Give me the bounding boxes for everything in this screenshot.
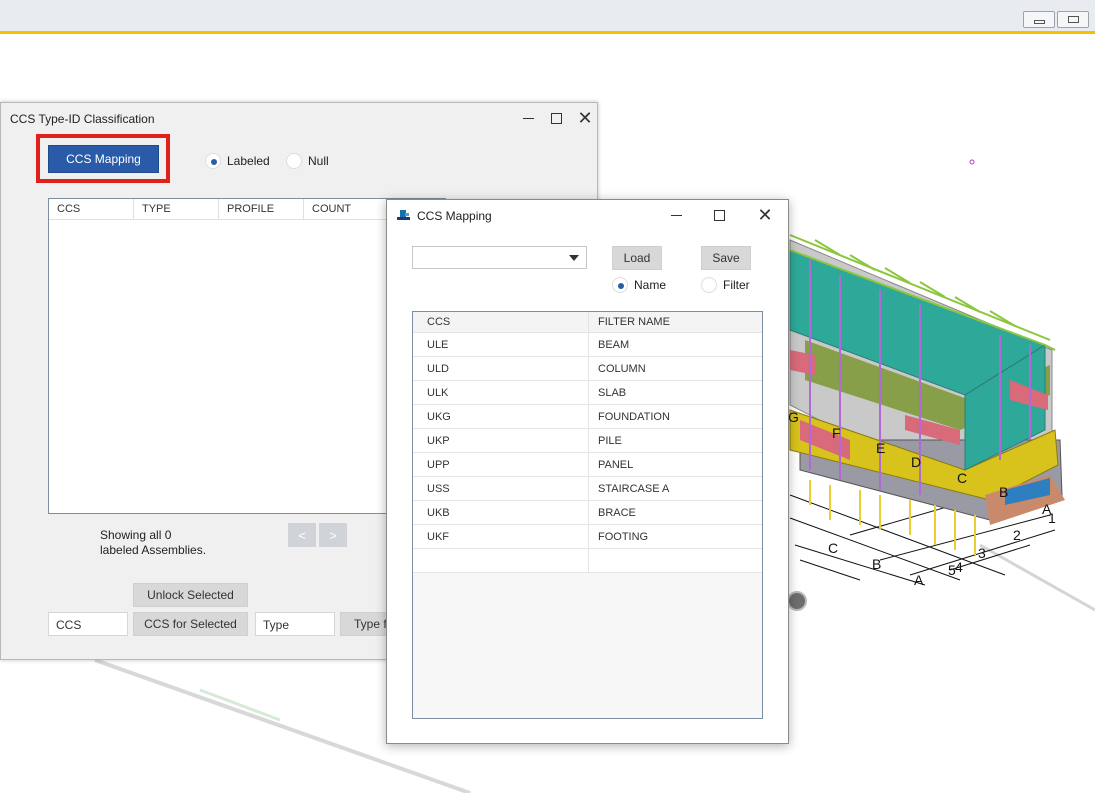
radio-null[interactable]: Null xyxy=(286,153,329,169)
unlock-selected-button[interactable]: Unlock Selected xyxy=(133,583,248,607)
radio-filter-label: Filter xyxy=(723,278,750,292)
column-header-profile[interactable]: PROFILE xyxy=(219,199,304,219)
column-header-filter-name[interactable]: FILTER NAME xyxy=(589,312,762,332)
status-text: Showing all 0 labeled Assemblies. xyxy=(100,528,206,558)
load-button[interactable]: Load xyxy=(612,246,662,270)
ccs-cell[interactable]: UPP xyxy=(413,453,589,476)
new-row[interactable] xyxy=(413,549,762,573)
table-row[interactable]: UPP PANEL xyxy=(413,453,762,477)
table-row[interactable]: USS STAIRCASE A xyxy=(413,477,762,501)
ccs-cell[interactable]: ULK xyxy=(413,381,589,404)
status-line-1: Showing all 0 xyxy=(100,528,172,542)
view-cube-icon xyxy=(787,591,807,611)
mapping-grid[interactable]: CCS FILTER NAME ULE BEAM ULD COLUMN ULK … xyxy=(412,311,763,719)
filter-name-cell[interactable]: PANEL xyxy=(589,453,762,476)
type-for-selected-button[interactable]: Type fo xyxy=(340,612,388,636)
ccs-cell[interactable]: UKP xyxy=(413,429,589,452)
ccs-for-selected-button[interactable]: CCS for Selected xyxy=(133,612,248,636)
classification-title: CCS Type-ID Classification xyxy=(10,112,155,126)
save-button[interactable]: Save xyxy=(701,246,751,270)
radio-null-label: Null xyxy=(308,154,329,168)
mapping-minimize-button[interactable] xyxy=(661,200,691,231)
filter-name-cell-new[interactable] xyxy=(589,549,762,572)
column-header-type[interactable]: TYPE xyxy=(134,199,219,219)
ccs-cell[interactable]: ULE xyxy=(413,333,589,356)
radio-name-label: Name xyxy=(634,278,667,292)
filter-name-cell[interactable]: SLAB xyxy=(589,381,762,404)
classification-close-button[interactable]: ✕ xyxy=(570,103,600,134)
grid-label-f: F xyxy=(832,425,841,441)
filter-name-cell[interactable]: FOOTING xyxy=(589,525,762,548)
classification-title-bar[interactable]: CCS Type-ID Classification ✕ xyxy=(1,103,597,134)
maximize-icon xyxy=(550,113,562,124)
grid-label-2: 2 xyxy=(1013,527,1021,543)
minimize-icon xyxy=(670,215,682,216)
column-header-ccs[interactable]: CCS xyxy=(413,312,589,332)
grid-label-g: G xyxy=(788,409,799,425)
grid-label-e: E xyxy=(876,440,885,456)
table-row[interactable]: ULD COLUMN xyxy=(413,357,762,381)
filter-name-cell[interactable]: STAIRCASE A xyxy=(589,477,762,500)
mapping-title-bar[interactable]: CCS Mapping ✕ xyxy=(387,200,788,231)
ccs-input[interactable]: CCS xyxy=(48,612,128,636)
column-header-count[interactable]: COUNT xyxy=(304,199,389,219)
grid-label-b1: B xyxy=(999,484,1008,500)
radio-filter[interactable]: Filter xyxy=(701,277,750,293)
filter-name-cell[interactable]: PILE xyxy=(589,429,762,452)
mapping-file-dropdown[interactable] xyxy=(412,246,587,269)
classification-maximize-button[interactable] xyxy=(541,103,571,134)
filter-name-cell[interactable]: FOUNDATION xyxy=(589,405,762,428)
chevron-down-icon xyxy=(569,255,579,261)
grid-label-c2: C xyxy=(828,540,838,556)
table-row[interactable]: UKB BRACE xyxy=(413,501,762,525)
radio-labeled-dot[interactable] xyxy=(205,153,221,169)
ccs-cell[interactable]: ULD xyxy=(413,357,589,380)
table-row[interactable]: UKG FOUNDATION xyxy=(413,405,762,429)
radio-name[interactable]: Name xyxy=(612,277,666,293)
table-row[interactable]: ULE BEAM xyxy=(413,333,762,357)
ccs-mapping-button[interactable]: CCS Mapping xyxy=(48,145,159,173)
app-icon xyxy=(397,210,410,220)
radio-null-dot[interactable] xyxy=(286,153,302,169)
mapping-title: CCS Mapping xyxy=(417,209,492,223)
grid-label-d: D xyxy=(911,454,921,470)
table-row[interactable]: UKP PILE xyxy=(413,429,762,453)
grid-label-1: 1 xyxy=(1048,510,1056,526)
ccs-cell[interactable]: UKG xyxy=(413,405,589,428)
classification-minimize-button[interactable] xyxy=(513,103,543,134)
radio-labeled[interactable]: Labeled xyxy=(205,153,270,169)
prev-page-button[interactable]: < xyxy=(288,523,316,547)
radio-name-dot[interactable] xyxy=(612,277,628,293)
filter-name-cell[interactable]: BEAM xyxy=(589,333,762,356)
radio-filter-dot[interactable] xyxy=(701,277,717,293)
maximize-icon xyxy=(713,210,725,221)
ccs-cell[interactable]: UKB xyxy=(413,501,589,524)
grid-label-5: 5 xyxy=(948,562,956,578)
column-header-ccs[interactable]: CCS xyxy=(49,199,134,219)
grid-label-b2: B xyxy=(872,556,881,572)
mapping-grid-header: CCS FILTER NAME xyxy=(413,312,762,333)
close-icon: ✕ xyxy=(577,108,593,128)
ccs-cell-new[interactable] xyxy=(413,549,589,572)
status-line-2: labeled Assemblies. xyxy=(100,543,207,557)
filter-name-cell[interactable]: BRACE xyxy=(589,501,762,524)
grid-label-4: 4 xyxy=(955,559,963,575)
filter-name-cell[interactable]: COLUMN xyxy=(589,357,762,380)
minimize-icon xyxy=(522,118,534,119)
ccs-mapping-window: CCS Mapping ✕ Load Save Name Filter CCS … xyxy=(386,199,789,744)
close-icon: ✕ xyxy=(757,205,773,225)
radio-labeled-label: Labeled xyxy=(227,154,270,168)
ccs-cell[interactable]: USS xyxy=(413,477,589,500)
grid-label-c1: C xyxy=(957,470,967,486)
grid-label-a2: A xyxy=(914,572,924,588)
type-input[interactable]: Type xyxy=(255,612,335,636)
mapping-maximize-button[interactable] xyxy=(704,200,734,231)
next-page-button[interactable]: > xyxy=(319,523,347,547)
mapping-close-button[interactable]: ✕ xyxy=(750,200,780,231)
table-row[interactable]: ULK SLAB xyxy=(413,381,762,405)
table-row[interactable]: UKF FOOTING xyxy=(413,525,762,549)
grid-label-3: 3 xyxy=(978,545,986,561)
ccs-cell[interactable]: UKF xyxy=(413,525,589,548)
